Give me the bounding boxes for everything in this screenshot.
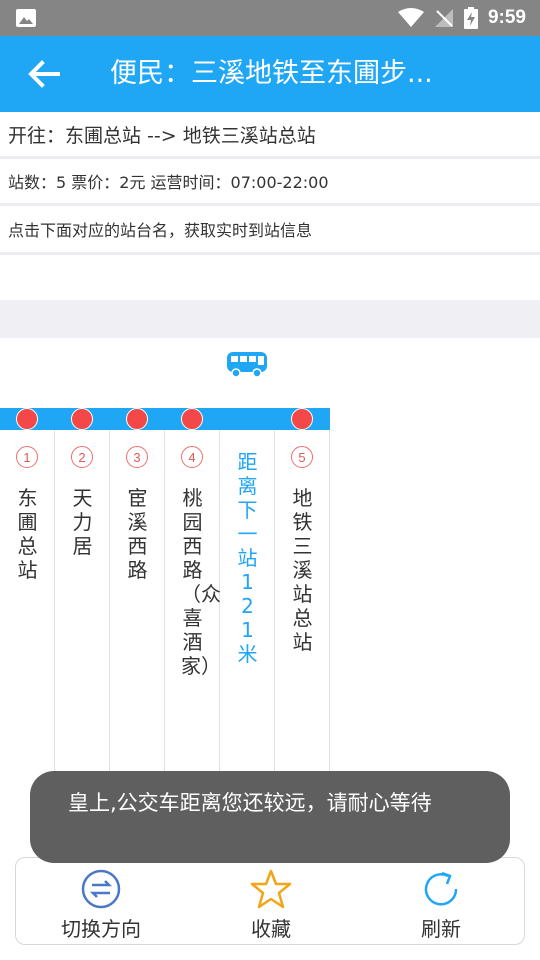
stop-dot <box>126 408 148 430</box>
station-number: 1 <box>16 446 38 468</box>
distance-label: 距离下一站121米 <box>237 450 258 666</box>
refresh-button[interactable]: 刷新 <box>356 858 526 946</box>
star-icon <box>250 869 292 909</box>
bottom-action-bar: 切换方向 收藏 刷新 <box>15 857 525 945</box>
station-number: 5 <box>291 446 313 468</box>
refresh-label: 刷新 <box>421 917 461 941</box>
image-notification-icon <box>16 9 36 27</box>
route-details: 站数：5 票价：2元 运营时间：07:00-22:00 <box>0 159 540 206</box>
divider-band <box>0 300 540 338</box>
switch-direction-label: 切换方向 <box>61 917 141 941</box>
favorite-label: 收藏 <box>251 917 291 941</box>
status-time: 9:59 <box>487 7 526 28</box>
stop-dot <box>16 408 38 430</box>
station-name: 天力居 <box>72 486 93 558</box>
page-title: 便民：三溪地铁至东圃步... <box>110 58 433 89</box>
toast-message: 皇上,公交车距离您还较远，请耐心等待 <box>30 771 510 863</box>
route-line <box>0 408 330 430</box>
stop-dot <box>291 408 313 430</box>
stop-dot <box>181 408 203 430</box>
battery-charging-icon <box>463 7 478 29</box>
bus-icon <box>227 352 267 378</box>
back-arrow-icon[interactable] <box>22 54 66 94</box>
station-name: 宦溪西路 <box>127 486 148 582</box>
switch-direction-button[interactable]: 切换方向 <box>16 858 186 946</box>
favorite-button[interactable]: 收藏 <box>186 858 356 946</box>
route-direction: 开往：东圃总站 --> 地铁三溪站总站 <box>0 112 540 159</box>
wifi-icon <box>397 8 424 27</box>
station-name: 桃园西路（众喜酒家） <box>181 486 221 678</box>
station-number: 4 <box>181 446 203 468</box>
app-bar: 便民：三溪地铁至东圃步... <box>0 36 540 112</box>
status-bar: 9:59 <box>0 0 540 36</box>
station-name: 东圃总站 <box>17 486 38 582</box>
no-signal-icon <box>434 9 453 27</box>
stop-dot <box>71 408 93 430</box>
station-name: 地铁三溪站总站 <box>292 486 313 654</box>
route-hint: 点击下面对应的站台名，获取实时到站信息 <box>0 206 540 255</box>
switch-direction-icon <box>81 869 121 909</box>
station-number: 2 <box>71 446 93 468</box>
station-number: 3 <box>126 446 148 468</box>
refresh-icon <box>424 871 458 906</box>
